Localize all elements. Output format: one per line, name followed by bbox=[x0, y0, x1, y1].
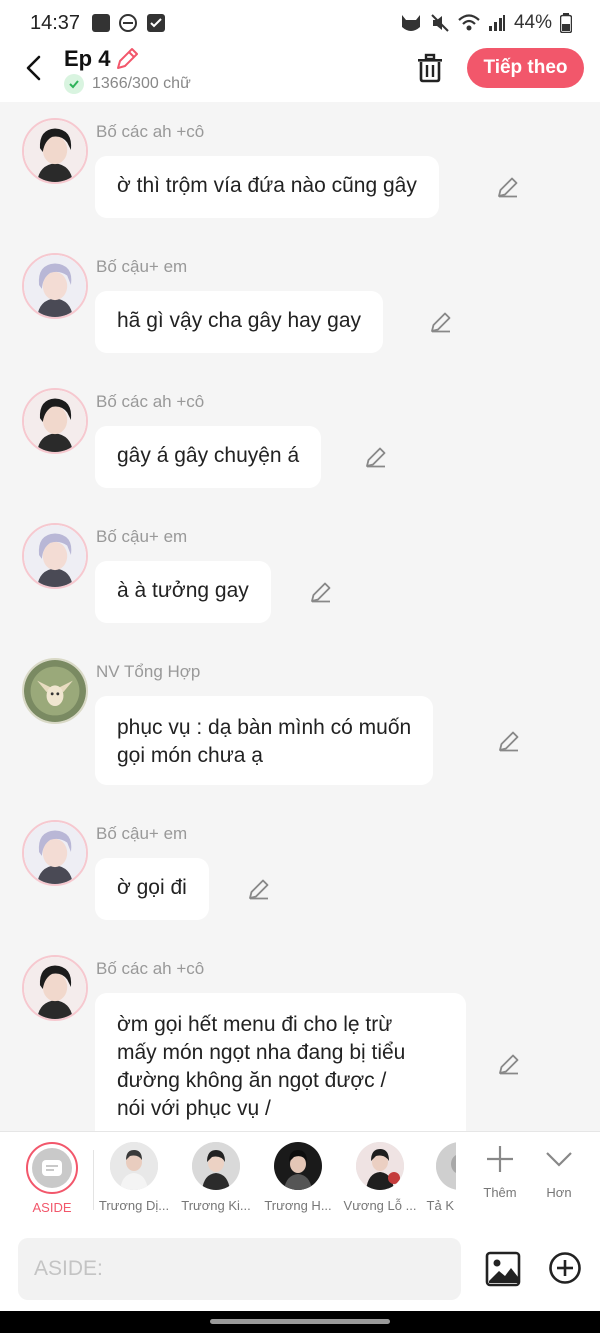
character-avatar bbox=[356, 1142, 404, 1190]
dark-hair-avatar[interactable] bbox=[22, 388, 88, 454]
dark-hair-avatar[interactable] bbox=[22, 118, 88, 184]
next-button[interactable]: Tiếp theo bbox=[467, 48, 584, 88]
episode-title[interactable]: Ep 4 bbox=[64, 46, 110, 72]
add-label: Thêm bbox=[483, 1185, 517, 1200]
add-character-button[interactable]: Thêm bbox=[472, 1144, 528, 1200]
silver-hair-avatar[interactable] bbox=[22, 253, 88, 319]
trash-icon[interactable] bbox=[414, 52, 446, 84]
cat-icon bbox=[401, 15, 420, 31]
speaker-name: Bố các ah +cô bbox=[96, 122, 205, 141]
speaker-name: Bố cậu+ em bbox=[96, 824, 188, 843]
silver-hair-avatar[interactable] bbox=[22, 523, 88, 589]
system-nav-bar bbox=[0, 1311, 600, 1333]
message-bubble[interactable]: gây á gây chuyện á bbox=[95, 426, 322, 488]
home-indicator[interactable] bbox=[210, 1319, 390, 1324]
message-text-line: phục vụ : dạ bàn mình có muốn bbox=[117, 716, 412, 739]
character-label: ASIDE bbox=[32, 1200, 72, 1215]
character-item[interactable]: Trương Dị... bbox=[94, 1142, 174, 1213]
message-text: gây á gây chuyện á bbox=[117, 444, 300, 467]
speaker-name: Bố cậu+ em bbox=[96, 257, 188, 276]
speaker-name: Bố các ah +cô bbox=[96, 392, 205, 411]
word-counter: 1366/300 chữ bbox=[64, 74, 191, 94]
status-time: 14:37 bbox=[30, 11, 81, 34]
message-icon bbox=[42, 1160, 62, 1176]
speaker-name: Bố các ah +cô bbox=[96, 959, 205, 978]
more-button[interactable]: Hơn bbox=[531, 1144, 587, 1200]
checkbox-notification-icon bbox=[147, 14, 166, 32]
character-label: Trương Ki... bbox=[181, 1198, 251, 1213]
chevron-down-icon bbox=[546, 1152, 572, 1167]
dark-hair-avatar[interactable] bbox=[22, 955, 88, 1021]
silver-hair-avatar[interactable] bbox=[22, 820, 88, 886]
check-icon bbox=[64, 74, 84, 94]
battery-percent: 44% bbox=[513, 12, 552, 33]
message-bubble[interactable]: à à tưởng gay bbox=[95, 561, 271, 623]
character-avatar bbox=[192, 1142, 240, 1190]
message-input[interactable] bbox=[18, 1238, 461, 1300]
message-text-line: gọi món chưa ạ bbox=[117, 744, 263, 767]
character-label: Trương H... bbox=[264, 1198, 332, 1213]
edit-message-icon[interactable] bbox=[496, 175, 520, 199]
fox-avatar[interactable] bbox=[22, 658, 88, 724]
character-label: Trương Dị... bbox=[98, 1198, 170, 1213]
chat-area[interactable]: Bố các ah +cô ờ thì trộm vía đứa nào cũn… bbox=[0, 102, 600, 1131]
aside-avatar bbox=[26, 1142, 78, 1194]
edit-message-icon[interactable] bbox=[247, 877, 271, 901]
message-text-line: mấy món ngọt nha đang bị tiểu bbox=[117, 1041, 406, 1064]
message-bubble[interactable]: ờ thì trộm vía đứa nào cũng gây bbox=[95, 156, 439, 218]
message-text-line: ờm gọi hết menu đi cho lẹ trừ bbox=[117, 1013, 393, 1036]
do-not-disturb-icon bbox=[119, 14, 138, 32]
image-icon[interactable] bbox=[485, 1251, 521, 1287]
speaker-name: NV Tổng Hợp bbox=[96, 662, 201, 681]
add-circle-icon[interactable] bbox=[548, 1251, 582, 1285]
edit-message-icon[interactable] bbox=[309, 580, 333, 604]
wifi-icon bbox=[458, 14, 480, 31]
speaker-name: Bố cậu+ em bbox=[96, 527, 188, 546]
signal-icon bbox=[488, 15, 505, 31]
character-item[interactable]: Vương Lỗ ... bbox=[340, 1142, 420, 1213]
message-bubble[interactable]: hã gì vậy cha gây hay gay bbox=[95, 291, 383, 353]
mute-icon bbox=[431, 14, 449, 32]
character-item[interactable]: Trương H... bbox=[258, 1142, 338, 1213]
character-avatar bbox=[110, 1142, 158, 1190]
message-bubble[interactable]: ờm gọi hết menu đi cho lẹ trừ mấy món ng… bbox=[95, 993, 466, 1131]
editor-header: Ep 4 1366/300 chữ Tiếp theo bbox=[0, 46, 600, 102]
plus-icon bbox=[487, 1146, 513, 1172]
message-text: ờ thì trộm vía đứa nào cũng gây bbox=[117, 174, 417, 197]
message-text: ờ gọi đi bbox=[117, 876, 187, 899]
gallery-notification-icon bbox=[92, 14, 111, 32]
character-avatar bbox=[274, 1142, 322, 1190]
message-bubble[interactable]: phục vụ : dạ bàn mình có muốn gọi món ch… bbox=[95, 696, 434, 785]
message-text-line: đường không ăn ngọt được / bbox=[117, 1069, 387, 1092]
chevron-left-icon bbox=[26, 55, 41, 81]
input-row bbox=[0, 1227, 600, 1311]
edit-title-icon[interactable] bbox=[114, 46, 140, 72]
edit-message-icon[interactable] bbox=[497, 729, 521, 753]
edit-message-icon[interactable] bbox=[429, 310, 453, 334]
character-item[interactable]: Trương Ki... bbox=[176, 1142, 256, 1213]
more-label: Hơn bbox=[546, 1185, 572, 1200]
character-selector: ASIDE Trương Dị... Trương Ki... Trương H… bbox=[0, 1131, 600, 1227]
status-bar: 14:37 44% bbox=[0, 0, 600, 46]
message-bubble[interactable]: ờ gọi đi bbox=[95, 858, 209, 920]
character-label: Tả K bbox=[426, 1198, 454, 1213]
message-text-line: nói với phục vụ / bbox=[117, 1097, 271, 1120]
character-avatar bbox=[436, 1142, 456, 1190]
message-text: hã gì vậy cha gây hay gay bbox=[117, 309, 361, 332]
character-label: Vương Lỗ ... bbox=[343, 1198, 417, 1213]
character-item[interactable]: Tả K bbox=[422, 1142, 456, 1213]
back-button[interactable] bbox=[20, 54, 48, 82]
character-aside[interactable]: ASIDE bbox=[12, 1142, 92, 1215]
message-text: à à tưởng gay bbox=[117, 579, 249, 602]
word-count-text: 1366/300 chữ bbox=[92, 75, 191, 92]
battery-icon bbox=[560, 13, 572, 33]
edit-message-icon[interactable] bbox=[497, 1052, 521, 1076]
edit-message-icon[interactable] bbox=[364, 445, 388, 469]
